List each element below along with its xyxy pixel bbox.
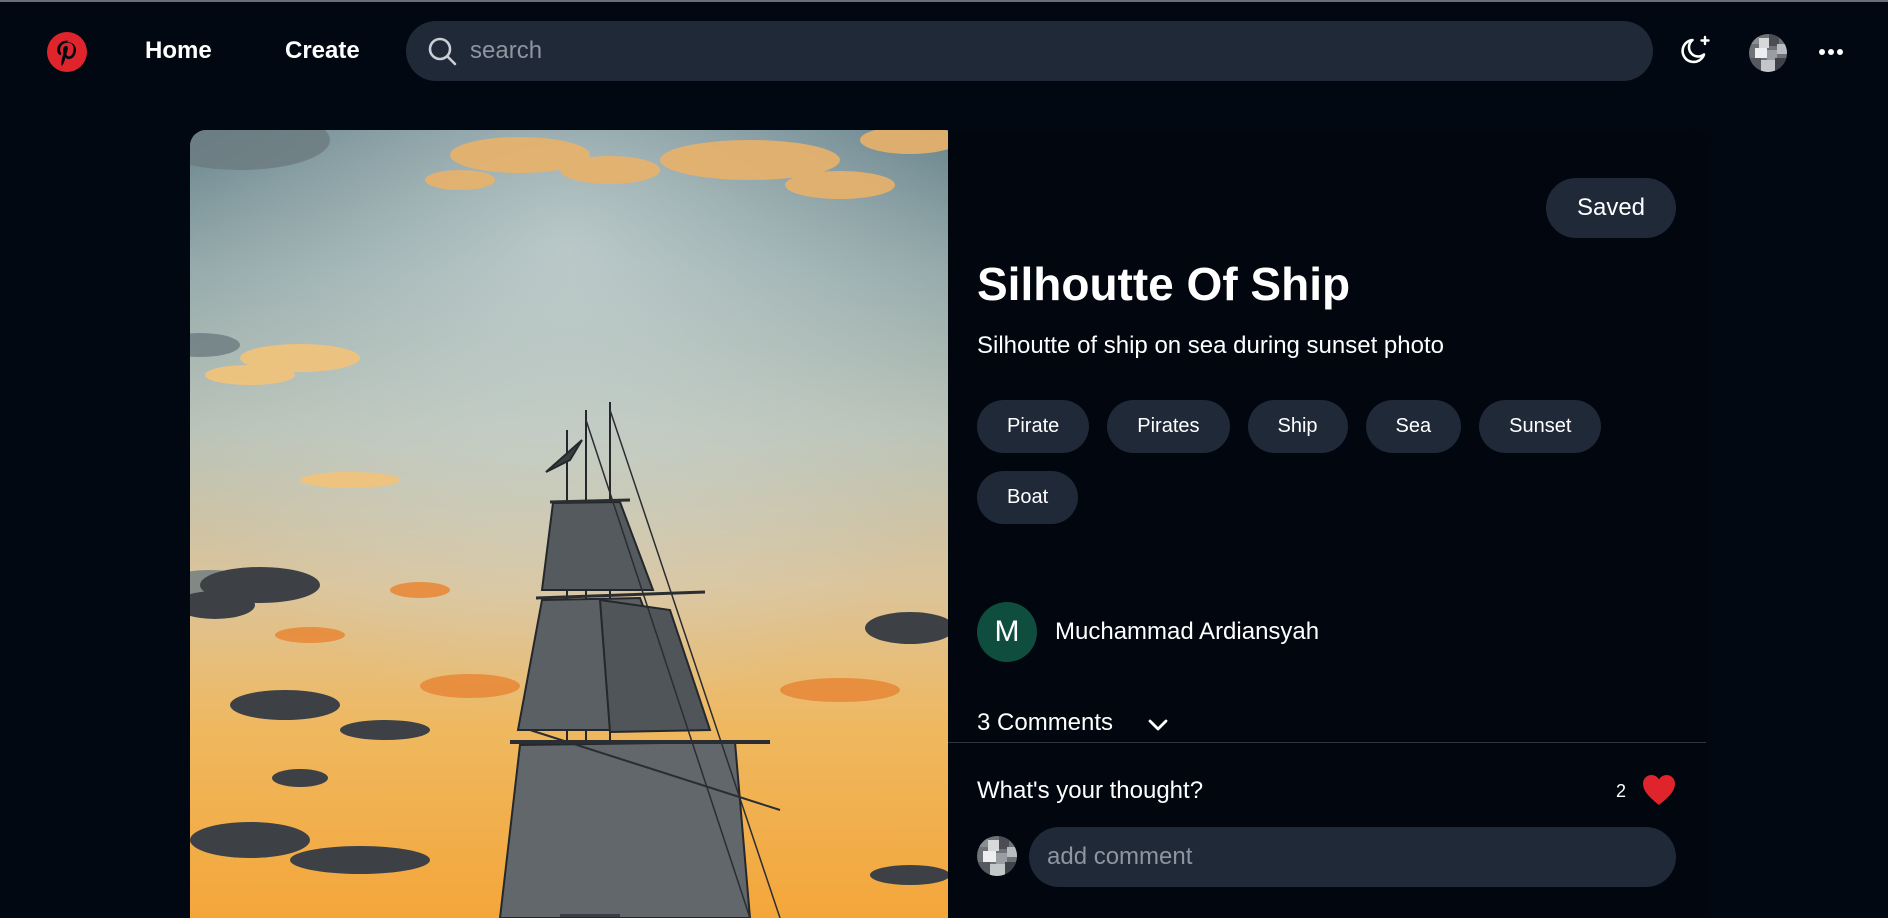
author-name: Muchammad Ardiansyah: [1055, 618, 1320, 645]
commenter-avatar: [977, 836, 1017, 876]
search-input[interactable]: [470, 31, 1620, 71]
like-count: 2: [1616, 781, 1627, 801]
pin-image[interactable]: [190, 130, 960, 918]
more-horizontal-icon[interactable]: [1818, 48, 1844, 56]
thought-prompt: What's your thought?: [977, 777, 1204, 804]
search-bar: [406, 21, 1653, 81]
tag-ship[interactable]: Ship: [1247, 400, 1348, 453]
pinterest-logo-icon[interactable]: [47, 32, 87, 72]
user-avatar[interactable]: [1749, 34, 1787, 72]
horizontal-scrollbar[interactable]: [560, 914, 620, 917]
author-avatar: M: [977, 602, 1037, 662]
heart-icon[interactable]: [1641, 773, 1677, 807]
top-navigation: Home Create: [0, 2, 1888, 100]
comments-toggle[interactable]: 3 Comments: [977, 708, 1168, 740]
comment-input[interactable]: [1029, 827, 1676, 887]
chevron-down-icon: [1148, 719, 1168, 731]
tag-pirates[interactable]: Pirates: [1107, 400, 1230, 453]
tag-sea[interactable]: Sea: [1365, 400, 1462, 453]
tag-list: Pirate Pirates Ship Sea Sunset Boat: [977, 400, 1657, 524]
pin-title: Silhoutte Of Ship: [977, 258, 1351, 310]
moon-icon[interactable]: [1678, 33, 1714, 69]
divider: [948, 742, 1706, 743]
nav-create-link[interactable]: Create: [285, 36, 360, 66]
pin-detail-panel: Saved Silhoutte Of Ship Silhoutte of shi…: [948, 130, 1706, 918]
tag-pirate[interactable]: Pirate: [977, 400, 1090, 453]
tag-sunset[interactable]: Sunset: [1479, 400, 1602, 453]
saved-button[interactable]: Saved: [1546, 178, 1676, 238]
tag-boat[interactable]: Boat: [977, 471, 1079, 524]
search-icon: [428, 37, 457, 66]
comments-count-label: 3 Comments: [977, 709, 1114, 736]
pin-card: Saved Silhoutte Of Ship Silhoutte of shi…: [190, 130, 1706, 918]
nav-home-link[interactable]: Home: [145, 36, 212, 66]
pin-description: Silhoutte of ship on sea during sunset p…: [977, 332, 1444, 359]
